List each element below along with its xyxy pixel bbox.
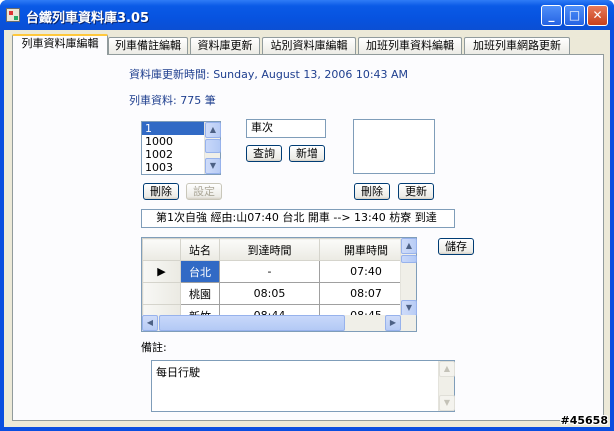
close-icon: ✕ [592,8,603,22]
scroll-thumb[interactable] [159,315,345,331]
scroll-thumb[interactable] [401,255,417,263]
depart-cell[interactable]: 07:40 [319,260,413,283]
current-row-icon: ▶ [142,260,181,283]
app-window: 台鐵列車資料庫3.05 _ □ ✕ 列車資料庫編輯 列車備註編輯 資料庫更新 站… [0,0,614,431]
arrive-cell[interactable]: - [219,260,320,283]
list-item[interactable]: 1 [142,122,204,135]
title-bar[interactable]: 台鐵列車資料庫3.05 _ □ ✕ [0,0,614,30]
delete-detail-button[interactable]: 刪除 [354,183,390,200]
db-update-time: 資料庫更新時間: Sunday, August 13, 2006 10:43 A… [129,68,409,81]
tab-db-update[interactable]: 資料庫更新 [190,37,260,54]
row-header [142,282,181,305]
grid-vertical-scrollbar[interactable]: ▲ ▼ [400,238,417,316]
add-button[interactable]: 新增 [289,145,325,162]
close-button[interactable]: ✕ [587,5,608,26]
scroll-thumb[interactable] [205,139,221,153]
scroll-down-icon: ▼ [439,395,455,411]
timetable-grid[interactable]: 站名 到達時間 開車時間 ▶ 台北 - 07:40 桃園 08:05 08:07 [141,237,417,332]
column-header-arrive[interactable]: 到達時間 [219,238,320,261]
scroll-up-icon[interactable]: ▲ [401,238,417,254]
delete-train-button[interactable]: 刪除 [143,183,179,200]
station-cell[interactable]: 台北 [180,260,220,283]
minimize-icon: _ [548,8,555,22]
train-record-count: 列車資料: 775 筆 [129,94,216,107]
scroll-down-icon[interactable]: ▼ [205,158,221,174]
depart-cell[interactable]: 08:07 [319,282,413,305]
route-summary: 第1次自強 經由:山07:40 台北 開車 --> 13:40 枋寮 到達 [141,209,455,228]
set-button: 設定 [186,183,222,200]
scroll-up-icon[interactable]: ▲ [205,122,221,138]
list-scrollbar[interactable]: ▲ ▼ [204,122,221,174]
remark-textarea[interactable]: 每日行駛 ▲ ▼ [151,360,455,412]
arrive-cell[interactable]: 08:05 [219,282,320,305]
train-number-list[interactable]: 1 1000 1002 1003 ▲ ▼ [141,121,221,175]
grid-corner [142,238,181,261]
scroll-up-icon: ▲ [439,361,455,377]
minimize-button[interactable]: _ [541,5,562,26]
watermark: #45658 [560,414,609,427]
window-title: 台鐵列車資料庫3.05 [26,11,150,26]
scroll-down-icon[interactable]: ▼ [401,300,417,316]
tab-extra-train-web-update[interactable]: 加班列車網路更新 [464,37,570,54]
client-area: 列車資料庫編輯 列車備註編輯 資料庫更新 站別資料庫編輯 加班列車資料編輯 加班… [4,30,610,427]
station-cell[interactable]: 桃園 [180,282,220,305]
app-icon[interactable] [6,8,20,22]
maximize-icon: □ [568,8,581,22]
remark-scrollbar[interactable]: ▲ ▼ [438,361,455,411]
tab-train-db-edit[interactable]: 列車資料庫編輯 [12,34,108,55]
scroll-right-icon[interactable]: ▶ [385,315,401,331]
grid-horizontal-scrollbar[interactable]: ◀ ▶ [142,315,416,331]
update-button[interactable]: 更新 [398,183,434,200]
column-header-depart[interactable]: 開車時間 [319,238,413,261]
save-button[interactable]: 儲存 [438,238,474,255]
table-row[interactable]: ▶ 台北 - 07:40 [142,260,413,283]
train-number-input[interactable]: 車次 [246,119,326,138]
maximize-button[interactable]: □ [564,5,585,26]
query-button[interactable]: 查詢 [246,145,282,162]
scroll-left-icon[interactable]: ◀ [142,315,158,331]
table-row[interactable]: 桃園 08:05 08:07 [142,282,413,305]
detail-textbox[interactable] [353,119,435,174]
tab-station-db-edit[interactable]: 站別資料庫編輯 [262,37,356,54]
remark-text: 每日行駛 [156,366,200,379]
remark-label: 備註: [141,341,167,354]
tab-extra-train-edit[interactable]: 加班列車資料編輯 [358,37,462,54]
tab-train-remark-edit[interactable]: 列車備註編輯 [108,37,188,54]
column-header-station[interactable]: 站名 [180,238,220,261]
